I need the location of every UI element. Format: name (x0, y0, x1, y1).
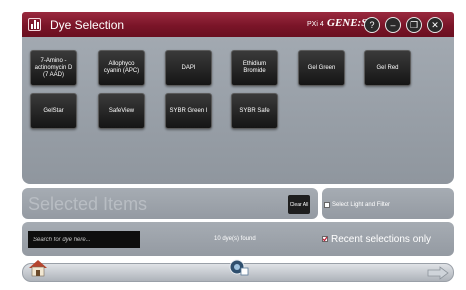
close-icon: ✕ (431, 19, 439, 30)
clear-all-button[interactable]: Clear All (288, 195, 310, 214)
checkmark-icon (322, 236, 328, 242)
selected-items-panel: Selected Items Clear All (22, 188, 318, 219)
dye-button-7aad[interactable]: 7-Amino - actinomycin D (7 AAD) (30, 50, 77, 86)
title-bar: Dye Selection PXi 4 GENE:Sys ? – ❐ ✕ (22, 12, 454, 37)
window-title: Dye Selection (50, 18, 125, 32)
dye-button-dapi[interactable]: DAPI (165, 50, 212, 86)
dye-count-label: 10 dye(s) found (214, 236, 256, 242)
dye-button-safeview[interactable]: SafeView (98, 93, 145, 129)
select-light-filter-label: Select Light and Filter (332, 202, 391, 208)
bottom-nav-bar (22, 259, 454, 282)
instrument-model: PXi 4 (307, 21, 324, 28)
dye-button-gel-red[interactable]: Gel Red (364, 50, 411, 86)
close-button[interactable]: ✕ (427, 17, 443, 33)
restore-icon: ❐ (409, 19, 419, 30)
dye-search-input[interactable] (28, 231, 140, 248)
dye-selection-window: Dye Selection PXi 4 GENE:Sys ? – ❐ ✕ 7-A… (22, 10, 454, 282)
recent-selections-label: Recent selections only (331, 234, 432, 245)
app-logo-icon (28, 18, 41, 31)
minimize-button[interactable]: – (385, 17, 401, 33)
home-icon[interactable] (27, 258, 49, 278)
dye-button-apc[interactable]: Allophyco cyanin (APC) (98, 50, 145, 86)
dye-button-gel-green[interactable]: Gel Green (298, 50, 345, 86)
restore-button[interactable]: ❐ (406, 17, 422, 33)
dye-button-ethidium-bromide[interactable]: Ethidium Bromide (231, 50, 278, 86)
help-icon: ? (369, 19, 375, 30)
forward-arrow-icon[interactable] (427, 266, 449, 280)
dye-button-sybr-safe[interactable]: SYBR Safe (231, 93, 278, 129)
minimize-icon: – (390, 19, 396, 30)
dye-button-gelstar[interactable]: GelStar (30, 93, 77, 129)
search-panel: 10 dye(s) found Recent selections only (22, 222, 454, 256)
dye-button-sybr-green[interactable]: SYBR Green I (165, 93, 212, 129)
help-button[interactable]: ? (364, 17, 380, 33)
select-light-filter-checkbox[interactable] (324, 202, 330, 208)
dye-grid-panel: 7-Amino - actinomycin D (7 AAD) Allophyc… (22, 37, 454, 184)
light-filter-panel: Select Light and Filter (322, 188, 454, 219)
selected-items-title: Selected Items (28, 194, 148, 214)
recent-selections-checkbox[interactable] (322, 236, 328, 242)
camera-icon[interactable] (228, 258, 250, 278)
